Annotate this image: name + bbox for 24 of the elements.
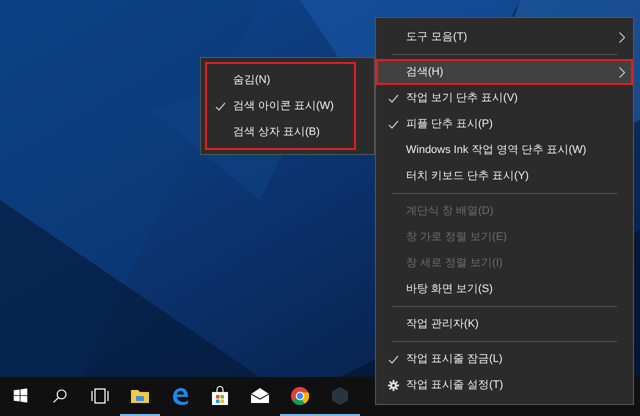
menu-item[interactable]: 검색 상자 표시(B) [207,119,354,145]
menu-item[interactable]: 도구 모음(T) [376,24,633,50]
windows-logo-icon [12,388,28,403]
menu-item[interactable]: 검색(H) [376,59,633,85]
gear-icon [388,380,398,390]
chrome-browser-icon [290,386,310,406]
menu-item[interactable]: 검색 아이콘 표시(W) [207,93,354,119]
menu-item[interactable]: 작업 보기 단추 표시(V) [376,85,633,111]
envelope-icon [250,386,270,406]
menu-item[interactable]: 터치 키보드 단추 표시(Y) [376,163,633,189]
menu-item[interactable]: 작업 표시줄 설정(T) [376,372,633,398]
chevron-right-icon [619,66,625,78]
menu-item[interactable]: 숨김(N) [207,67,354,93]
hexagon-icon [330,386,350,406]
menu-item[interactable]: 피플 단추 표시(P) [376,111,633,137]
edge-browser-icon [170,386,190,406]
menu-item[interactable]: 작업 표시줄 잠금(L) [376,346,633,372]
shopping-bag-icon [210,386,230,406]
menu-item[interactable]: Windows Ink 작업 영역 단추 표시(W) [376,137,633,163]
menu-item[interactable]: 작업 관리자(K) [376,311,633,337]
menu-item[interactable]: 바탕 화면 보기(S) [376,276,633,302]
task-view-icon [90,386,110,406]
chevron-right-icon [619,32,625,42]
search-icon [52,388,68,404]
